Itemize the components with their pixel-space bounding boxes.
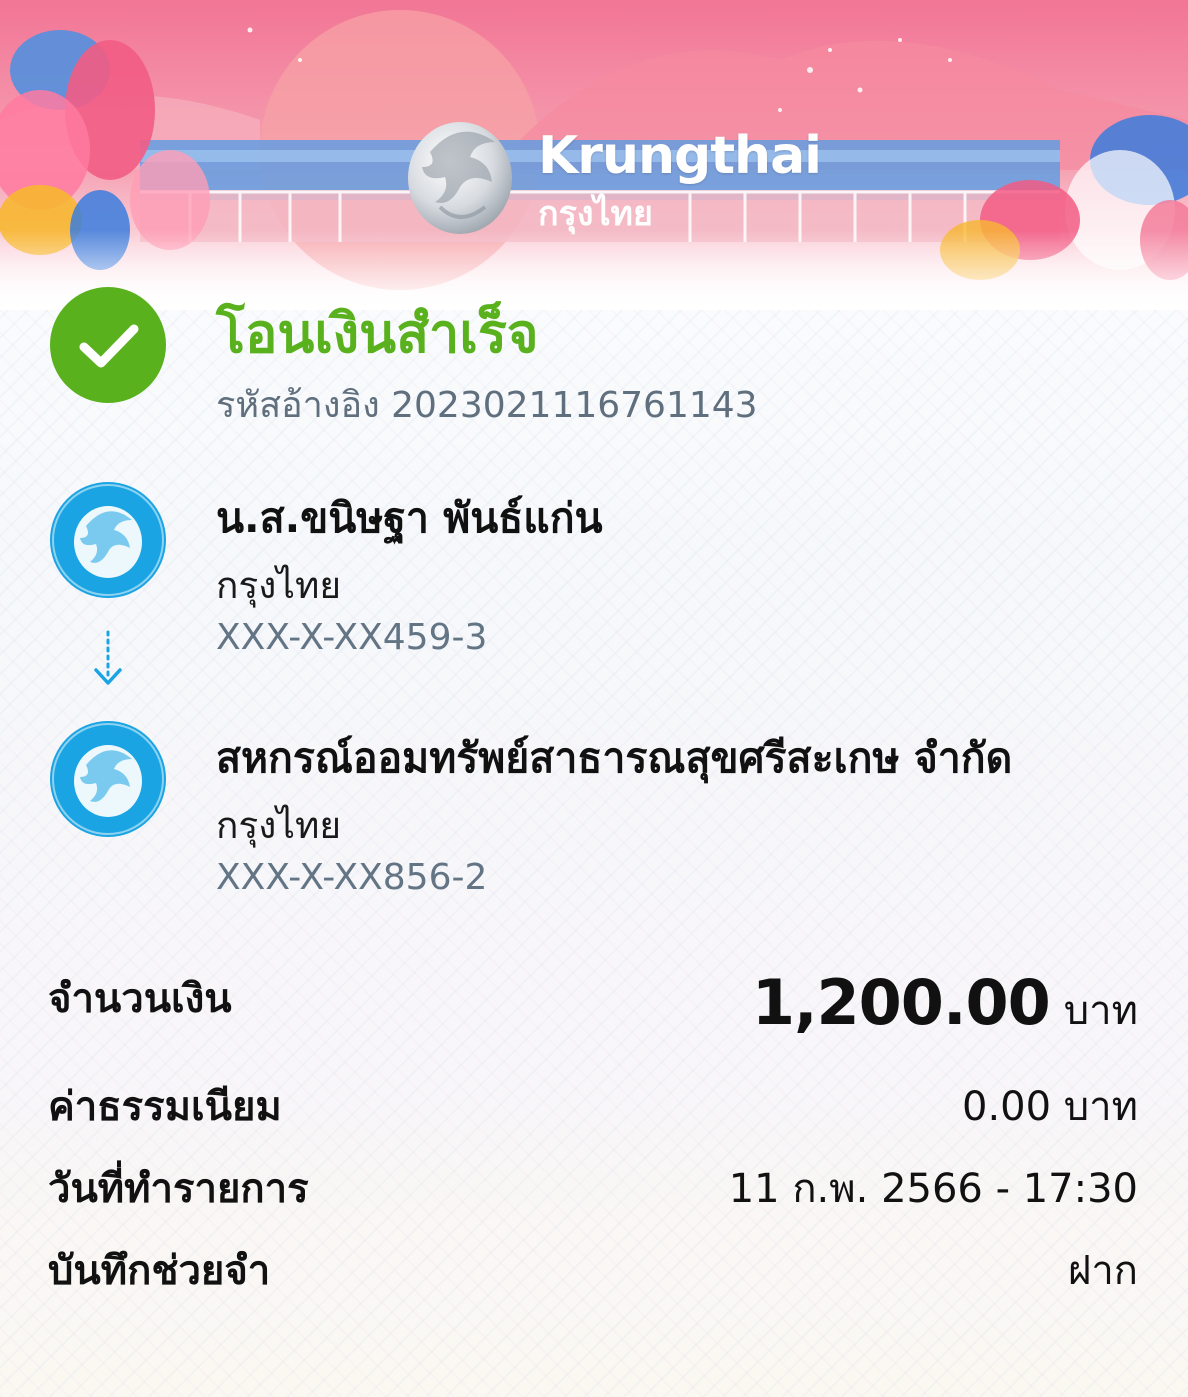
receiver-name: สหกรณ์ออมทรัพย์สาธารณสุขศรีสะเกษ จำกัด [216,734,1013,782]
fee-value: 0.00 บาท [962,1084,1138,1130]
brand-name-th: กรุงไทย [538,194,653,234]
amount-value: 1,200.00 [751,966,1051,1039]
brand-name-en: Krungthai [538,126,822,186]
sender-bank-logo-icon [50,482,166,598]
memo-value: ฝาก [1067,1248,1138,1294]
receiver-bank-logo-icon [50,721,166,837]
reference-number: 2023021116761143 [391,385,758,426]
arrow-down-icon [94,630,122,685]
receiver-account: XXX-X-XX856-2 [216,857,488,898]
date-value: 11 ก.พ. 2566 - 17:30 [728,1166,1138,1212]
krungthai-phoenix-icon [408,122,512,234]
status-title: โอนเงินสำเร็จ [216,302,539,365]
fee-label: ค่าธรรมเนียม [48,1084,282,1130]
receiver-bank: กรุงไทย [216,804,342,847]
header-banner: Krungthai กรุงไทย [0,0,1188,310]
amount-label: จำนวนเงิน [48,976,232,1022]
sender-name: น.ส.ขนิษฐา พันธ์แก่น [216,494,603,542]
check-icon [50,287,166,403]
amount-unit: บาท [1063,988,1138,1034]
sender-bank: กรุงไทย [216,564,342,607]
sender-account: XXX-X-XX459-3 [216,617,488,658]
reference-line: รหัสอ้างอิง 2023021116761143 [216,376,758,433]
brand-logo: Krungthai กรุงไทย [400,112,822,237]
reference-label: รหัสอ้างอิง [216,385,380,426]
amount-value-group: 1,200.00 บาท [752,966,1138,1042]
date-label: วันที่ทำรายการ [48,1166,309,1212]
memo-label: บันทึกช่วยจำ [48,1248,271,1294]
